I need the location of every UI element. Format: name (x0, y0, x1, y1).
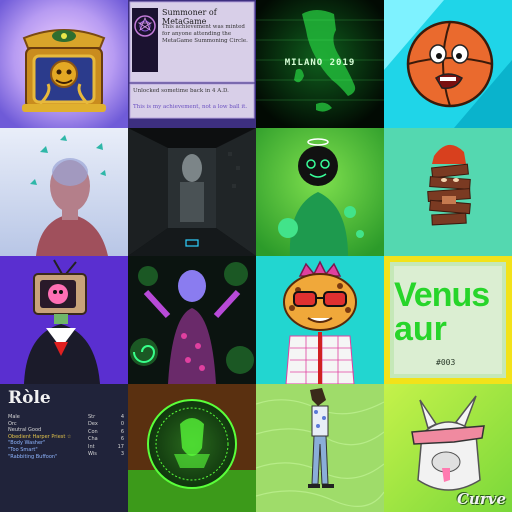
stat-value: 17 (117, 443, 124, 450)
role-line: Male (8, 414, 20, 420)
nft-tile-venusaur[interactable]: Venus aur #003 (384, 256, 512, 384)
nft-tile-dark-corridor[interactable] (128, 128, 256, 256)
nft-tile-brick-character[interactable] (384, 128, 512, 256)
stat-label: Str (88, 414, 96, 420)
nft-tile-basketball-character[interactable] (384, 0, 512, 128)
role-stats: Str 4 Dex 0 Con 6 Cha 6 Int 17 Wis 3 (88, 414, 124, 458)
basketball-character-image (384, 0, 512, 128)
stat-row: Cha 6 (88, 436, 124, 443)
role-line: "Body Washer" (8, 440, 46, 447)
stat-label: Con (88, 428, 98, 435)
nft-gallery-grid: Summoner of MetaGame This achievement wa… (0, 0, 512, 512)
stat-label: Int (88, 443, 95, 450)
horse-figure-image (256, 384, 384, 512)
role-line: Obedient Harper Priest ☆ (8, 433, 72, 440)
psychedelic-figure-image (128, 256, 256, 384)
nft-tile-leopard-sunglasses[interactable] (256, 256, 384, 384)
green-robot-image (256, 128, 384, 256)
curve-signature: Curve (456, 490, 506, 508)
stat-value: 3 (120, 451, 124, 458)
nft-tile-treasure-chest[interactable] (0, 0, 128, 128)
role-title: Ròle (8, 388, 51, 408)
stat-value: 6 (120, 436, 124, 443)
green-coin-image (128, 384, 256, 512)
stat-row: Int 17 (88, 444, 124, 451)
stat-label: Wis (88, 451, 97, 458)
nft-tile-head-butterflies[interactable] (0, 128, 128, 256)
venusaur-title-line2: aur (394, 310, 447, 348)
achievement-description: This achievement was minted for anyone a… (162, 24, 248, 44)
nft-tile-role-sheet[interactable]: Ròle Male Orc Neutral Good Obedient Harp… (0, 384, 128, 512)
nft-tile-tv-head[interactable] (0, 256, 128, 384)
dark-corridor-image (128, 128, 256, 256)
tv-head-image (0, 256, 128, 384)
nft-tile-green-coin[interactable] (128, 384, 256, 512)
nft-tile-green-robot[interactable] (256, 128, 384, 256)
brick-character-image (384, 128, 512, 256)
stat-value: 0 (120, 421, 124, 428)
nft-tile-psychedelic-figure[interactable] (128, 256, 256, 384)
role-line: Neutral Good (8, 427, 42, 434)
nft-tile-summoner-achievement[interactable]: Summoner of MetaGame This achievement wa… (128, 0, 256, 128)
nft-tile-llama-curve[interactable]: Curve (384, 384, 512, 512)
stat-label: Dex (88, 421, 98, 428)
nft-tile-milano-2019[interactable]: MILANO 2019 (256, 0, 384, 128)
achievement-rarity-text: This is my achievement, not a low ball i… (133, 104, 248, 110)
head-butterflies-image (0, 128, 128, 256)
stat-value: 4 (120, 414, 124, 420)
role-line: "Rabbiting Buffoon" (8, 453, 58, 460)
milano-caption: MILANO 2019 (284, 58, 356, 68)
stat-row: Wis 3 (88, 451, 124, 458)
venusaur-number: #003 (436, 358, 456, 367)
stat-value: 6 (120, 428, 124, 435)
role-line: Orc (8, 420, 17, 427)
role-lines: Male Orc Neutral Good Obedient Harper Pr… (8, 414, 82, 460)
role-line: "Too Smart" (8, 446, 38, 453)
leopard-sunglasses-image (256, 256, 384, 384)
stat-label: Cha (88, 436, 98, 443)
stat-row: Con 6 (88, 429, 124, 436)
treasure-chest-image (0, 0, 128, 128)
achievement-unlocked-text: Unlocked sometime back in 4 A.D. (133, 88, 229, 94)
stat-row: Dex 0 (88, 421, 124, 428)
nft-tile-horse-figure[interactable] (256, 384, 384, 512)
stat-row: Str 4 (88, 414, 124, 421)
